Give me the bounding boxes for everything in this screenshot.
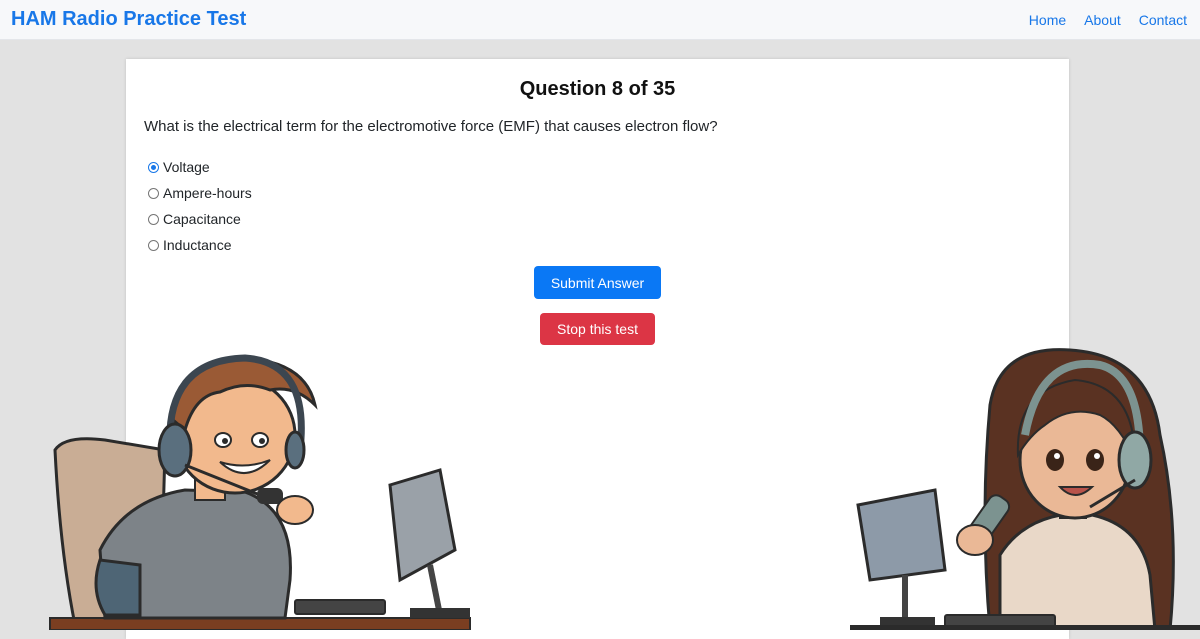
radio-button[interactable] [148, 161, 159, 173]
answer-option-label: Capacitance [163, 211, 241, 227]
submit-answer-button[interactable]: Submit Answer [534, 266, 661, 299]
answer-option-voltage[interactable]: Voltage [148, 154, 252, 180]
answer-options: Voltage Ampere-hours Capacitance Inducta… [148, 154, 252, 258]
nav-about-link[interactable]: About [1084, 12, 1121, 28]
radio-button[interactable] [148, 213, 159, 225]
answer-option-label: Voltage [163, 159, 210, 175]
woman-ham-operator-illustration [850, 348, 1200, 630]
answer-option-ampere-hours[interactable]: Ampere-hours [148, 180, 252, 206]
radio-button[interactable] [148, 239, 159, 251]
man-ham-operator-illustration [49, 354, 471, 630]
question-counter-title: Question 8 of 35 [519, 78, 676, 100]
nav-contact-link[interactable]: Contact [1139, 12, 1187, 28]
stop-test-button[interactable]: Stop this test [540, 313, 655, 345]
answer-option-capacitance[interactable]: Capacitance [148, 206, 252, 232]
brand-link[interactable]: HAM Radio Practice Test [11, 8, 246, 31]
question-text: What is the electrical term for the elec… [144, 118, 718, 135]
nav-links: Home About Contact [1029, 12, 1187, 28]
answer-option-label: Inductance [163, 237, 232, 253]
nav-home-link[interactable]: Home [1029, 12, 1066, 28]
top-navbar: HAM Radio Practice Test Home About Conta… [0, 0, 1200, 40]
answer-option-label: Ampere-hours [163, 185, 252, 201]
radio-button[interactable] [148, 187, 159, 199]
answer-option-inductance[interactable]: Inductance [148, 232, 252, 258]
